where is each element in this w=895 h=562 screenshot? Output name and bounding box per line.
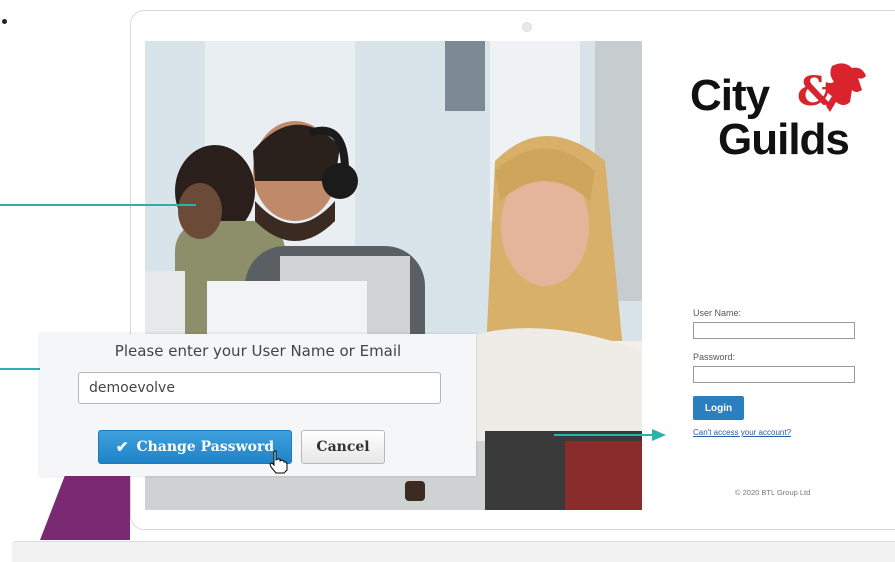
cant-access-account-link[interactable]: Can't access your account? — [693, 428, 791, 437]
logo-text-guilds: Guilds — [718, 115, 850, 164]
change-password-dialog: Please enter your User Name or Email dem… — [40, 334, 476, 476]
change-password-label: Change Password — [136, 439, 275, 455]
password-label: Password: — [693, 352, 736, 362]
cancel-button[interactable]: Cancel — [301, 430, 385, 464]
callout-line-right — [554, 434, 654, 436]
password-input[interactable] — [693, 366, 855, 383]
callout-line-top — [0, 204, 196, 206]
laptop-base — [12, 541, 895, 562]
webcam-dot — [522, 22, 532, 32]
lion-icon — [825, 63, 866, 112]
arrow-head-icon — [652, 429, 666, 441]
hand-pointer-icon — [269, 450, 288, 474]
username-email-input[interactable]: demoevolve — [78, 372, 441, 404]
decorative-shape — [40, 470, 130, 540]
dialog-prompt: Please enter your User Name or Email — [114, 342, 402, 360]
city-guilds-logo: City & Guilds — [690, 62, 870, 172]
change-password-button[interactable]: ✔ Change Password — [98, 430, 292, 464]
copyright-text: © 2020 BTL Group Ltd — [735, 488, 811, 497]
login-button[interactable]: Login — [693, 396, 744, 420]
bullet-point — [2, 19, 7, 24]
logo-text-city: City — [690, 71, 770, 120]
username-label: User Name: — [693, 308, 742, 318]
check-icon: ✔ — [115, 438, 129, 456]
username-input[interactable] — [693, 322, 855, 339]
